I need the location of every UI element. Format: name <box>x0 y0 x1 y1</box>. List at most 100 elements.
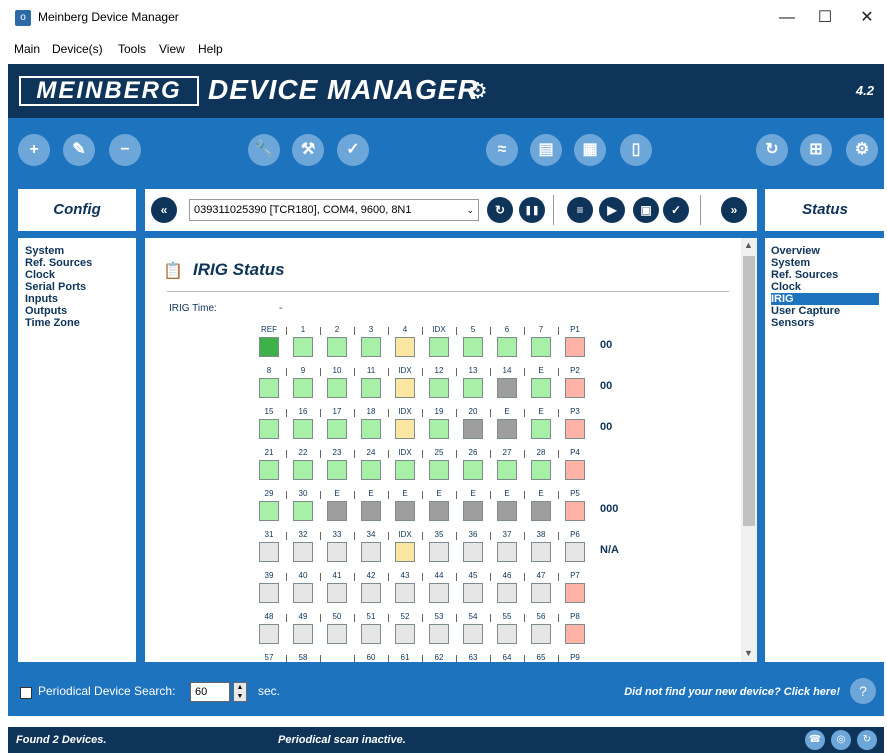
status-item-clock[interactable]: Clock <box>771 281 879 293</box>
menu-tools[interactable]: Tools <box>118 42 146 56</box>
tree-icon[interactable]: ⊞ <box>800 134 832 166</box>
bit-separator <box>320 368 321 376</box>
export-icon[interactable]: ▶ <box>599 197 625 223</box>
irig-bit-label: P6 <box>570 530 580 539</box>
status-item-irig[interactable]: IRIG <box>771 293 879 305</box>
bit-separator <box>388 573 389 581</box>
bit-separator <box>354 409 355 417</box>
scan-status-text: Periodical scan inactive. <box>278 734 406 746</box>
status-item-overview[interactable]: Overview <box>771 245 879 257</box>
status-item-sensors[interactable]: Sensors <box>771 317 879 329</box>
config-item-clock[interactable]: Clock <box>25 269 129 281</box>
close-button[interactable]: ✕ <box>850 6 884 30</box>
bit-separator <box>320 573 321 581</box>
apply-icon[interactable]: ✓ <box>663 197 689 223</box>
refresh-device-icon[interactable]: ↻ <box>487 197 513 223</box>
irig-bit-label: 41 <box>332 571 342 580</box>
config-item-system[interactable]: System <box>25 245 129 257</box>
irig-bit-indicator <box>327 378 347 398</box>
status-item-system[interactable]: System <box>771 257 879 269</box>
device-select[interactable]: 039311025390 [TCR180], COM4, 9600, 8N1 ⌄ <box>189 199 479 221</box>
config-item-outputs[interactable]: Outputs <box>25 305 129 317</box>
grid-icon[interactable]: ▦ <box>574 134 606 166</box>
vertical-scrollbar[interactable]: ▲ ▼ <box>741 238 757 662</box>
bit-separator <box>490 450 491 458</box>
irig-bit-label: E <box>538 489 544 498</box>
clipboard-check-icon[interactable]: ✓ <box>337 134 369 166</box>
irig-bit-label: 38 <box>536 530 546 539</box>
maximize-button[interactable]: ☐ <box>808 6 842 30</box>
minus-icon[interactable]: − <box>109 134 141 166</box>
bit-separator <box>388 614 389 622</box>
irig-bit-label: 35 <box>434 530 444 539</box>
bit-separator <box>558 573 559 581</box>
irig-bit-indicator <box>531 583 551 603</box>
bit-separator <box>286 327 287 335</box>
forward-icon[interactable]: » <box>721 197 747 223</box>
config-item-ref-sources[interactable]: Ref. Sources <box>25 257 129 269</box>
bit-separator <box>524 409 525 417</box>
bit-separator <box>422 655 423 662</box>
period-spinner[interactable]: ▲ ▼ <box>233 682 247 702</box>
irig-bit-label: 21 <box>264 448 274 457</box>
chevron-down-icon: ⌄ <box>466 205 474 215</box>
periodical-search-checkbox[interactable] <box>20 687 32 699</box>
irig-bit-label: 5 <box>470 325 476 334</box>
irig-bit-label: 30 <box>298 489 308 498</box>
bit-separator <box>524 450 525 458</box>
disk-read-icon[interactable]: ≡ <box>567 197 593 223</box>
config-item-time-zone[interactable]: Time Zone <box>25 317 129 329</box>
bit-separator <box>422 491 423 499</box>
period-input[interactable]: 60 <box>190 682 230 702</box>
irig-time-label: IRIG Time: <box>169 303 217 314</box>
plus-icon[interactable]: + <box>18 134 50 166</box>
scroll-up-icon[interactable]: ▲ <box>744 240 753 250</box>
chart-icon[interactable]: ≈ <box>486 134 518 166</box>
menu-view[interactable]: View <box>159 42 185 56</box>
status-item-user-capture[interactable]: User Capture <box>771 305 879 317</box>
globe-icon[interactable]: ◎ <box>831 730 851 750</box>
config-header: Config <box>18 189 136 231</box>
device-not-found-link[interactable]: Did not find your new device? Click here… <box>624 686 840 698</box>
irig-bit-label: P2 <box>570 366 580 375</box>
irig-bit-indicator <box>565 624 585 644</box>
bit-separator <box>388 368 389 376</box>
save-icon[interactable]: ▣ <box>633 197 659 223</box>
wrench-icon[interactable]: 🔧 <box>248 134 280 166</box>
gear-icon[interactable]: ⚙ <box>846 134 878 166</box>
pause-icon[interactable]: ❚❚ <box>519 197 545 223</box>
config-item-serial-ports[interactable]: Serial Ports <box>25 281 129 293</box>
irig-bit-label: E <box>504 489 510 498</box>
irig-bit-label: E <box>504 407 510 416</box>
irig-bit-indicator <box>395 542 415 562</box>
irig-bit-label: 16 <box>298 407 308 416</box>
tools-config-icon[interactable]: ⚒ <box>292 134 324 166</box>
menu-devices[interactable]: Device(s) <box>52 42 103 56</box>
toolbar-divider <box>553 195 554 225</box>
pencil-icon[interactable]: ✎ <box>63 134 95 166</box>
menu-help[interactable]: Help <box>198 42 223 56</box>
scroll-thumb[interactable] <box>743 256 755 526</box>
monitor-chart-icon[interactable]: ▤ <box>530 134 562 166</box>
irig-bit-label: P7 <box>570 571 580 580</box>
irig-bit-indicator <box>565 378 585 398</box>
irig-bit-label: 51 <box>366 612 376 621</box>
menu-main[interactable]: Main <box>14 42 40 56</box>
irig-bit-indicator <box>293 378 313 398</box>
irig-bit-label: 2 <box>334 325 340 334</box>
update-icon[interactable]: ↻ <box>857 730 877 750</box>
bit-separator <box>524 614 525 622</box>
irig-bit-label: 13 <box>468 366 478 375</box>
config-item-inputs[interactable]: Inputs <box>25 293 129 305</box>
back-icon[interactable]: « <box>151 197 177 223</box>
irig-bit-label: 9 <box>300 366 306 375</box>
irig-bit-indicator <box>497 337 517 357</box>
device-icon[interactable]: ▯ <box>620 134 652 166</box>
status-item-ref-sources[interactable]: Ref. Sources <box>771 269 879 281</box>
irig-bit-label: 47 <box>536 571 546 580</box>
support-icon[interactable]: ☎ <box>805 730 825 750</box>
scroll-down-icon[interactable]: ▼ <box>744 648 753 658</box>
person-help-icon[interactable]: ? <box>850 678 876 704</box>
refresh-icon[interactable]: ↻ <box>756 134 788 166</box>
minimize-button[interactable]: — <box>770 6 804 30</box>
